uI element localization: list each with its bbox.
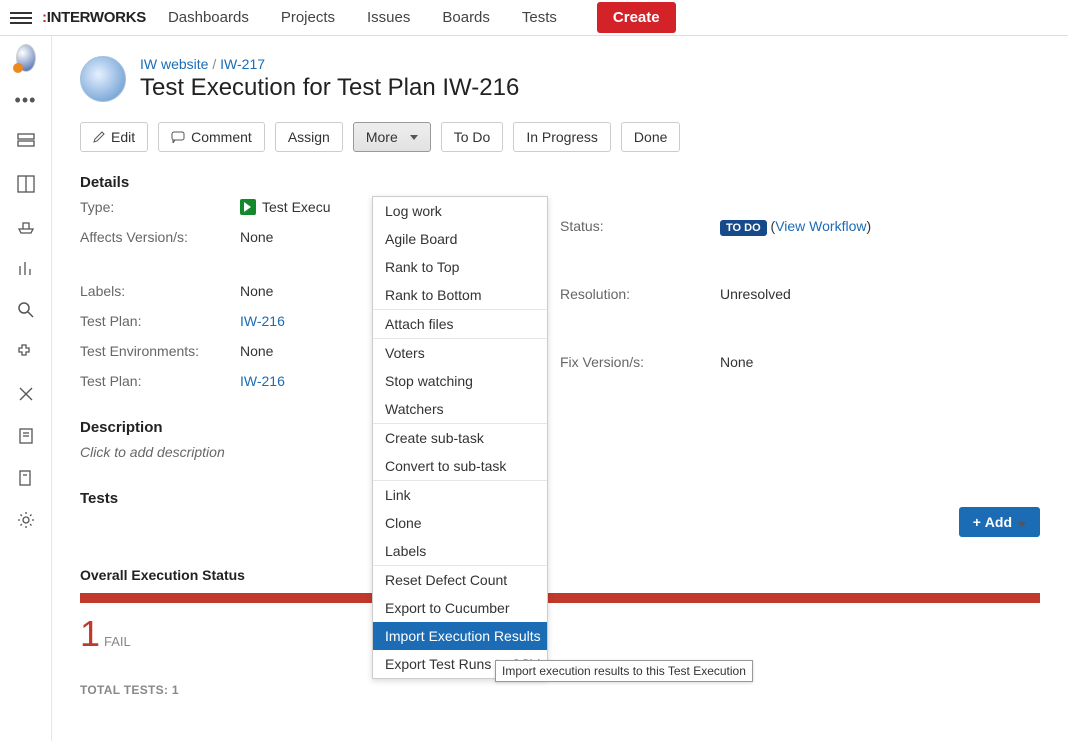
nav-tests[interactable]: Tests xyxy=(522,9,557,26)
avatar-icon[interactable] xyxy=(16,48,36,68)
resolution-value: Unresolved xyxy=(720,286,1040,302)
description-placeholder[interactable]: Click to add description xyxy=(80,444,1040,460)
fixver-label: Fix Version/s: xyxy=(560,354,720,370)
doc-icon[interactable] xyxy=(16,468,36,488)
issue-type-icon xyxy=(80,56,126,102)
menu-import-exec-results[interactable]: Import Execution Results xyxy=(373,622,547,650)
details-right: Status: TO DO (View Workflow) Resolution… xyxy=(560,199,1040,389)
ship-icon[interactable] xyxy=(16,216,36,236)
status-badge: TO DO xyxy=(720,220,767,236)
menu-voters[interactable]: Voters xyxy=(373,339,547,367)
page-icon[interactable] xyxy=(16,426,36,446)
resolution-label: Resolution: xyxy=(560,286,720,302)
affects-label: Affects Version/s: xyxy=(80,229,240,245)
main-content: IW website / IW-217 Test Execution for T… xyxy=(52,36,1068,741)
hamburger-icon[interactable] xyxy=(10,7,32,29)
logo[interactable]: :INTERWORKS xyxy=(42,9,146,26)
labels-label: Labels: xyxy=(80,283,240,299)
status-value: TO DO (View Workflow) xyxy=(720,218,1040,234)
create-button[interactable]: Create xyxy=(597,2,676,33)
details-heading: Details xyxy=(80,174,1040,191)
breadcrumb-issue[interactable]: IW-217 xyxy=(220,56,265,72)
nav-boards[interactable]: Boards xyxy=(442,9,490,26)
menu-rank-top[interactable]: Rank to Top xyxy=(373,253,547,281)
todo-button[interactable]: To Do xyxy=(441,122,504,152)
fail-count: 1 FAIL xyxy=(80,613,1040,655)
gear-icon[interactable] xyxy=(16,510,36,530)
menu-watchers[interactable]: Watchers xyxy=(373,395,547,423)
done-button[interactable]: Done xyxy=(621,122,680,152)
tooltip: Import execution results to this Test Ex… xyxy=(495,660,753,682)
left-rail: ••• xyxy=(0,36,52,741)
fail-number: 1 xyxy=(80,613,100,655)
menu-rank-bottom[interactable]: Rank to Bottom xyxy=(373,281,547,309)
breadcrumb-project[interactable]: IW website xyxy=(140,56,208,72)
total-tests: TOTAL TESTS: 1 xyxy=(80,683,1040,697)
menu-create-subtask[interactable]: Create sub-task xyxy=(373,424,547,452)
comment-icon xyxy=(171,131,185,143)
action-row: Edit Comment Assign More To Do In Progre… xyxy=(80,122,1040,152)
menu-stop-watching[interactable]: Stop watching xyxy=(373,367,547,395)
fixver-value: None xyxy=(720,354,1040,370)
add-button[interactable]: + Add xyxy=(959,507,1040,537)
menu-clone[interactable]: Clone xyxy=(373,509,547,537)
page-title: Test Execution for Test Plan IW-216 xyxy=(140,74,519,102)
nav-issues[interactable]: Issues xyxy=(367,9,410,26)
menu-log-work[interactable]: Log work xyxy=(373,197,547,225)
comment-button[interactable]: Comment xyxy=(158,122,265,152)
tests-heading: Tests xyxy=(80,490,1040,507)
menu-labels[interactable]: Labels xyxy=(373,537,547,565)
edit-button[interactable]: Edit xyxy=(80,122,148,152)
inprogress-button[interactable]: In Progress xyxy=(513,122,611,152)
menu-convert-subtask[interactable]: Convert to sub-task xyxy=(373,452,547,480)
top-nav: Dashboards Projects Issues Boards Tests xyxy=(168,9,557,26)
test-exec-icon xyxy=(240,199,256,215)
testplan2-label: Test Plan: xyxy=(80,373,240,389)
menu-export-cucumber[interactable]: Export to Cucumber xyxy=(373,594,547,622)
reports-icon[interactable] xyxy=(16,258,36,278)
envs-label: Test Environments: xyxy=(80,343,240,359)
menu-agile-board[interactable]: Agile Board xyxy=(373,225,547,253)
status-label: Status: xyxy=(560,218,720,234)
nav-projects[interactable]: Projects xyxy=(281,9,335,26)
overall-status-label: Overall Execution Status xyxy=(80,567,1040,583)
cross-icon[interactable] xyxy=(16,384,36,404)
description-heading: Description xyxy=(80,419,1040,436)
overall-status-bar xyxy=(80,593,1040,603)
pencil-icon xyxy=(93,131,105,143)
search-icon[interactable] xyxy=(16,300,36,320)
assign-button[interactable]: Assign xyxy=(275,122,343,152)
view-workflow-link[interactable]: View Workflow xyxy=(775,218,866,234)
fail-label: FAIL xyxy=(104,634,131,649)
menu-attach-files[interactable]: Attach files xyxy=(373,310,547,338)
type-label: Type: xyxy=(80,199,240,215)
more-icon[interactable]: ••• xyxy=(16,90,36,110)
addon-icon[interactable] xyxy=(16,342,36,362)
nav-dashboards[interactable]: Dashboards xyxy=(168,9,249,26)
board-icon[interactable] xyxy=(16,174,36,194)
menu-reset-defect[interactable]: Reset Defect Count xyxy=(373,566,547,594)
more-dropdown: Log work Agile Board Rank to Top Rank to… xyxy=(372,196,548,679)
breadcrumb: IW website / IW-217 xyxy=(140,56,519,72)
testplan1-label: Test Plan: xyxy=(80,313,240,329)
topbar: :INTERWORKS Dashboards Projects Issues B… xyxy=(0,0,1068,36)
backlog-icon[interactable] xyxy=(16,132,36,152)
menu-link[interactable]: Link xyxy=(373,481,547,509)
more-button[interactable]: More xyxy=(353,122,431,152)
